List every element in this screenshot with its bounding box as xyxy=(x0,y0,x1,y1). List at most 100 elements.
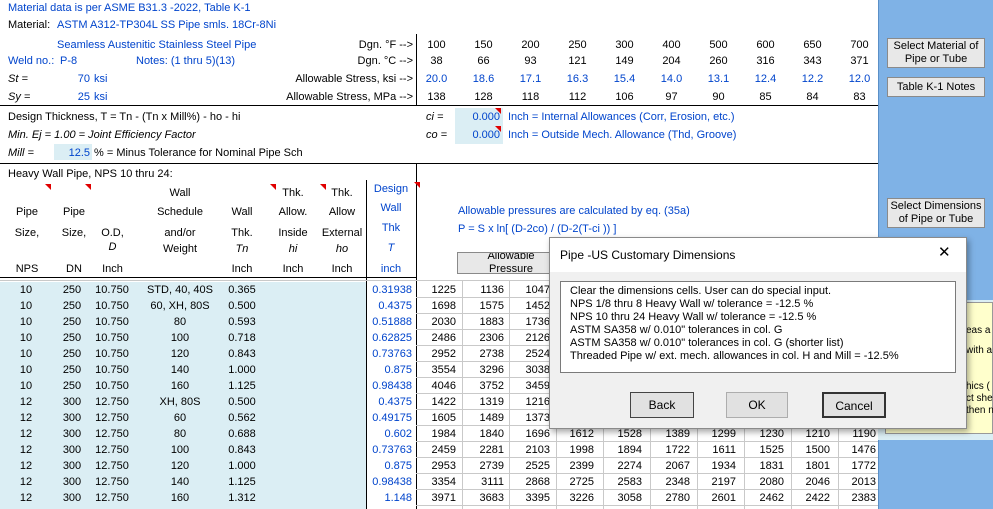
table-cell[interactable]: 1.312 xyxy=(218,490,266,506)
ok-button[interactable]: OK xyxy=(726,392,788,418)
table-cell[interactable]: 300 xyxy=(52,426,92,442)
co-value[interactable]: 0.000 xyxy=(456,128,500,142)
table-cell[interactable]: 300 xyxy=(52,474,92,490)
table-cell[interactable]: 0.688 xyxy=(218,426,266,442)
table-cell[interactable]: 0.365 xyxy=(218,282,266,298)
table-cell[interactable]: 250 xyxy=(52,378,92,394)
table-cell[interactable]: 10.750 xyxy=(90,362,134,378)
table-cell[interactable]: 80 xyxy=(130,426,230,442)
select-dimensions-button[interactable]: Select Dimensions of Pipe or Tube xyxy=(887,198,985,228)
table-cell[interactable]: 250 xyxy=(52,346,92,362)
table-cell[interactable]: 120 xyxy=(130,458,230,474)
dialog-option[interactable]: NPS 10 thru 24 Heavy Wall w/ tolerance =… xyxy=(570,311,816,324)
table-cell[interactable]: 1.000 xyxy=(218,458,266,474)
dialog-option[interactable]: ASTM SA358 w/ 0.010" tolerances in col. … xyxy=(570,337,844,350)
table-cell[interactable]: 0.843 xyxy=(218,442,266,458)
table-cell[interactable]: 10 xyxy=(2,298,50,314)
table-cell[interactable]: 60, XH, 80S xyxy=(130,298,230,314)
table-cell[interactable]: 0.718 xyxy=(218,330,266,346)
dialog-option[interactable]: Clear the dimensions cells. User can do … xyxy=(570,285,831,298)
table-cell[interactable]: 12 xyxy=(2,394,50,410)
table-cell[interactable]: 100 xyxy=(130,442,230,458)
table-cell[interactable]: 300 xyxy=(52,394,92,410)
table-cell[interactable]: STD, 40, 40S xyxy=(130,282,230,298)
table-cell[interactable]: 12 xyxy=(2,426,50,442)
dialog-option[interactable]: NPS 1/8 thru 8 Heavy Wall w/ tolerance =… xyxy=(570,298,813,311)
table-cell[interactable]: 12.750 xyxy=(90,410,134,426)
allowable-pressure-button[interactable]: Allowable Pressure xyxy=(457,252,553,274)
table-cell[interactable]: 80 xyxy=(130,314,230,330)
table-cell[interactable]: 10.750 xyxy=(90,378,134,394)
header-wall: Inch xyxy=(231,263,253,275)
table-cell[interactable]: 250 xyxy=(52,362,92,378)
temp-C-cell: 66 xyxy=(477,55,490,67)
table-cell[interactable]: 250 xyxy=(52,314,92,330)
table-cell: 2583 xyxy=(617,476,642,488)
table-cell[interactable]: 12.750 xyxy=(90,490,134,506)
table-cell[interactable]: 12 xyxy=(2,458,50,474)
table-cell[interactable]: 10 xyxy=(2,362,50,378)
table-cell: 0.73763 xyxy=(372,348,412,360)
table-cell[interactable]: 12.750 xyxy=(90,442,134,458)
table-cell[interactable]: 10 xyxy=(2,330,50,346)
table-cell[interactable]: 0.593 xyxy=(218,314,266,330)
table-cell[interactable]: 10.750 xyxy=(90,282,134,298)
table-cell[interactable]: 100 xyxy=(130,330,230,346)
temp-C-cell: 343 xyxy=(803,55,822,67)
cancel-button[interactable]: Cancel xyxy=(822,392,886,418)
table-cell[interactable]: XH, 80S xyxy=(130,394,230,410)
table-cell[interactable]: 1.125 xyxy=(218,474,266,490)
table-cell[interactable]: 12.750 xyxy=(90,394,134,410)
mill-value[interactable]: 12.5 xyxy=(54,146,90,160)
table-cell[interactable]: 0.500 xyxy=(218,298,266,314)
co-label: co = xyxy=(426,129,448,141)
table-cell[interactable]: 12 xyxy=(2,474,50,490)
close-icon[interactable]: ✕ xyxy=(938,245,951,260)
table-cell[interactable]: 300 xyxy=(52,490,92,506)
table-cell[interactable]: 250 xyxy=(52,282,92,298)
table-cell[interactable]: 250 xyxy=(52,330,92,346)
table-cell[interactable]: 12 xyxy=(2,410,50,426)
allow-mpa-label: Allowable Stress, MPa --> xyxy=(286,91,413,103)
table-cell[interactable]: 300 xyxy=(52,410,92,426)
dialog-option[interactable]: Threaded Pipe w/ ext. mech. allowances i… xyxy=(570,350,899,363)
table-cell[interactable]: 10.750 xyxy=(90,346,134,362)
table-cell[interactable]: 140 xyxy=(130,362,230,378)
table-cell[interactable]: 10 xyxy=(2,378,50,394)
header-wall: Tn xyxy=(235,243,249,255)
table-notes-button[interactable]: Table K-1 Notes xyxy=(887,77,985,97)
table-cell[interactable]: 0.500 xyxy=(218,394,266,410)
table-cell[interactable]: 1.000 xyxy=(218,362,266,378)
table-cell[interactable]: 10 xyxy=(2,282,50,298)
table-cell[interactable]: 10.750 xyxy=(90,330,134,346)
table-cell[interactable]: 0.843 xyxy=(218,346,266,362)
back-button[interactable]: Back xyxy=(630,392,694,418)
table-cell[interactable]: 10.750 xyxy=(90,298,134,314)
table-cell[interactable]: 60 xyxy=(130,410,230,426)
table-cell[interactable]: 12.750 xyxy=(90,426,134,442)
note-fragment: with a xyxy=(966,345,993,356)
table-cell[interactable]: 12.750 xyxy=(90,458,134,474)
dialog-option[interactable]: ASTM SA358 w/ 0.010" tolerances in col. … xyxy=(570,324,782,337)
table-row: 12 300 12.750 160 1.312 1.148 3971 3683 3395 3226… xyxy=(0,490,878,506)
temp-ksi-cell: 18.6 xyxy=(472,73,495,85)
table-cell[interactable]: 10.750 xyxy=(90,314,134,330)
table-cell[interactable]: 160 xyxy=(130,378,230,394)
table-cell: 2462 xyxy=(759,492,784,504)
table-cell[interactable]: 12 xyxy=(2,490,50,506)
table-cell[interactable]: 160 xyxy=(130,490,230,506)
table-cell[interactable]: 12 xyxy=(2,442,50,458)
table-cell[interactable]: 120 xyxy=(130,346,230,362)
table-cell[interactable]: 300 xyxy=(52,458,92,474)
ci-value[interactable]: 0.000 xyxy=(456,110,500,124)
table-cell[interactable]: 12.750 xyxy=(90,474,134,490)
header-design: Wall xyxy=(380,202,402,214)
table-cell[interactable]: 0.562 xyxy=(218,410,266,426)
table-cell[interactable]: 140 xyxy=(130,474,230,490)
table-cell[interactable]: 10 xyxy=(2,314,50,330)
table-cell[interactable]: 10 xyxy=(2,346,50,362)
table-cell[interactable]: 1.125 xyxy=(218,378,266,394)
select-material-button[interactable]: Select Material of Pipe or Tube xyxy=(887,38,985,68)
table-cell[interactable]: 300 xyxy=(52,442,92,458)
table-cell[interactable]: 250 xyxy=(52,298,92,314)
